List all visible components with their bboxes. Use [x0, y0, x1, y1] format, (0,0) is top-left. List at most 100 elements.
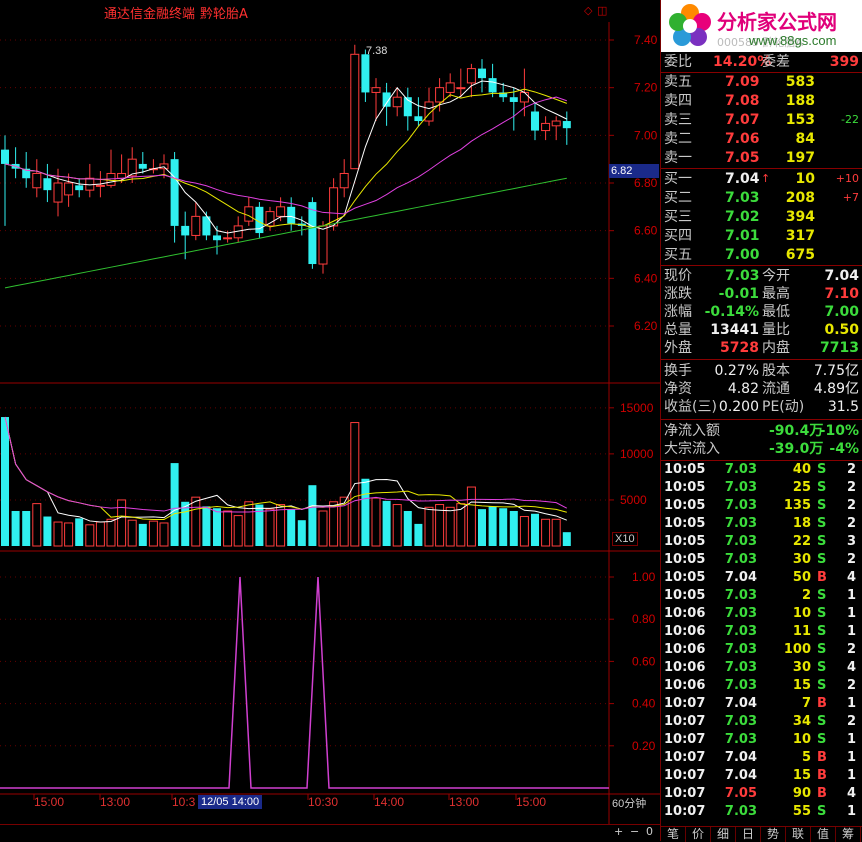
volume-bar	[1, 417, 9, 546]
trade-row[interactable]: 10:05 7.03 2 S 1	[661, 587, 862, 605]
trade-row[interactable]: 10:06 7.03 10 S 1	[661, 605, 862, 623]
trade-row[interactable]: 10:05 7.03 30 S 2	[661, 551, 862, 569]
panel-tab[interactable]: 价	[686, 827, 711, 842]
high-marker: 7.38	[366, 45, 388, 57]
ask-row[interactable]: 卖二 7.06 84	[661, 130, 862, 148]
zoom-in-button[interactable]: +	[614, 825, 623, 838]
candle-body	[541, 122, 551, 132]
trade-row[interactable]: 10:07 7.04 15 B 1	[661, 767, 862, 785]
chart-area[interactable]: 7.40 7.20 7.00 6.80 6.60 6.40 6.20 15000 10000 5…	[0, 22, 660, 824]
trade-count: 2	[847, 516, 857, 531]
ask-row[interactable]: 卖四 7.08 188	[661, 92, 862, 110]
candle-body	[531, 111, 539, 131]
ask-volume: 84	[795, 131, 815, 147]
candle-body	[170, 159, 179, 226]
candle-body	[95, 184, 105, 187]
ask-label: 卖三	[664, 112, 692, 128]
volume-bar	[371, 497, 381, 547]
ask-volume: 188	[785, 93, 815, 109]
time-tick-label: 13:00	[100, 795, 130, 809]
trade-row[interactable]: 10:06 7.03 30 S 4	[661, 659, 862, 677]
trade-row[interactable]: 10:05 7.03 22 S 3	[661, 533, 862, 551]
trade-side: S	[817, 642, 827, 657]
candle-body	[223, 237, 233, 240]
trade-row[interactable]: 10:07 7.04 7 B 1	[661, 695, 862, 713]
bid-row[interactable]: 买一 7.04 10 +10 ↑	[661, 170, 862, 188]
panel-tab[interactable]: 筹	[836, 827, 861, 842]
price-tick-label: 6.40	[634, 271, 658, 285]
trade-row[interactable]: 10:07 7.03 10 S 1	[661, 731, 862, 749]
trade-row[interactable]: 10:07 7.03 34 S 2	[661, 713, 862, 731]
volume-bar	[562, 532, 571, 546]
panel-tab[interactable]: 笔	[661, 827, 686, 842]
panel-tab[interactable]: 日	[736, 827, 761, 842]
zoom-out-button[interactable]: −	[630, 825, 639, 838]
trade-row[interactable]: 10:07 7.03 55 S 1	[661, 803, 862, 821]
window-restore-icon[interactable]: ◫	[597, 4, 607, 17]
candle-body	[466, 68, 476, 84]
trade-row[interactable]: 10:05 7.03 135 S 2	[661, 497, 862, 515]
trade-price: 7.03	[724, 588, 757, 603]
flower-logo-icon	[669, 4, 711, 46]
bid-row[interactable]: 买三 7.02 394	[661, 208, 862, 226]
panel-tab[interactable]: 值	[811, 827, 836, 842]
volume-bar	[75, 518, 84, 546]
volume-bar	[329, 501, 339, 547]
volume-tick-label: 10000	[620, 447, 654, 461]
ask-row[interactable]: 卖五 7.09 583	[661, 73, 862, 91]
bid-row[interactable]: 买五 7.00 675	[661, 246, 862, 264]
candle-body	[414, 116, 423, 122]
trade-side: S	[817, 462, 827, 477]
trade-row[interactable]: 10:05 7.03 25 S 2	[661, 479, 862, 497]
trade-row[interactable]: 10:07 7.05 90 B 4	[661, 785, 862, 803]
up-arrow-icon: ↑	[761, 172, 771, 185]
trade-volume: 30	[792, 660, 811, 675]
volume-tick-label: 5000	[620, 493, 647, 507]
candle-body	[371, 87, 381, 93]
trade-count: 1	[847, 606, 857, 621]
trade-volume: 100	[783, 642, 811, 657]
panel-tab[interactable]: 细	[711, 827, 736, 842]
period-label[interactable]: 60分钟	[612, 795, 646, 811]
time-cursor: 12/05 14:00	[198, 795, 263, 809]
bid-row[interactable]: 买二 7.03 208 +7	[661, 189, 862, 207]
reset-button[interactable]: 0	[646, 825, 653, 838]
trade-row[interactable]: 10:05 7.04 50 B 4	[661, 569, 862, 587]
trade-count: 1	[847, 768, 857, 783]
bid-volume: 675	[785, 247, 815, 263]
diamond-icon[interactable]: ◇	[584, 4, 592, 17]
ask-row[interactable]: 卖三 7.07 153 -22	[661, 111, 862, 129]
candle-body	[53, 182, 63, 203]
trade-time: 10:06	[664, 606, 706, 621]
trade-volume: 55	[792, 804, 811, 819]
earnings: 0.200	[718, 399, 759, 415]
candle-body	[509, 97, 518, 102]
trade-side: S	[817, 732, 827, 747]
trade-row[interactable]: 10:06 7.03 100 S 2	[661, 641, 862, 659]
float-shares: 4.89亿	[813, 381, 859, 397]
trade-row[interactable]: 10:07 7.04 5 B 1	[661, 749, 862, 767]
trade-count: 1	[847, 732, 857, 747]
time-tick-label: 10:3	[172, 795, 196, 809]
bid-volume: 208	[785, 190, 815, 206]
trade-count: 2	[847, 714, 857, 729]
trade-row[interactable]: 10:06 7.03 15 S 2	[661, 677, 862, 695]
moving-average-lines	[4, 80, 568, 289]
trade-row[interactable]: 10:05 7.03 40 S 2	[661, 461, 862, 479]
trade-volume: 40	[792, 462, 811, 477]
volume-bar	[519, 516, 529, 547]
panel-tab[interactable]: 势	[761, 827, 786, 842]
trade-time: 10:06	[664, 642, 706, 657]
trade-row[interactable]: 10:06 7.03 11 S 1	[661, 623, 862, 641]
trade-side: S	[817, 480, 827, 495]
trade-volume: 90	[792, 786, 811, 801]
panel-tab[interactable]: 联	[786, 827, 811, 842]
volume-bar	[233, 515, 243, 547]
trade-side: S	[817, 804, 827, 819]
volume-ratio: 0.50	[824, 322, 859, 338]
ask-row[interactable]: 卖一 7.05 197	[661, 149, 862, 167]
trade-side: S	[817, 660, 827, 675]
trade-row[interactable]: 10:05 7.03 18 S 2	[661, 515, 862, 533]
bid-row[interactable]: 买四 7.01 317	[661, 227, 862, 245]
volume-axis: 15000 10000 5000	[609, 401, 654, 507]
